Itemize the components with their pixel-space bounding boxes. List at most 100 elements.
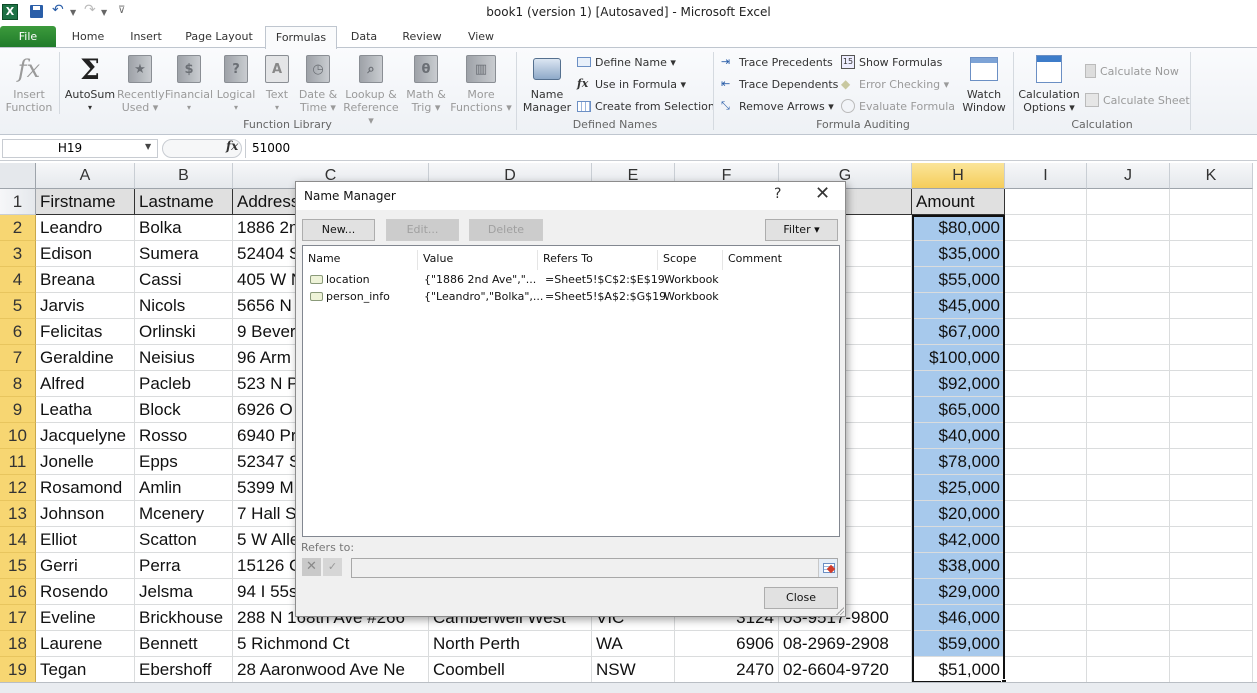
cell[interactable] [1170, 579, 1253, 605]
cell[interactable]: Ebershoff [135, 657, 233, 683]
cell[interactable] [1005, 449, 1087, 475]
watch-window-button[interactable]: Watch Window [958, 54, 1010, 114]
cell[interactable] [1170, 423, 1253, 449]
cell[interactable] [1005, 319, 1087, 345]
cell[interactable] [1170, 241, 1253, 267]
cell[interactable]: $78,000 [912, 449, 1005, 475]
cell[interactable]: Laurene [36, 631, 135, 657]
cell[interactable]: Brickhouse [135, 605, 233, 631]
cell[interactable] [1087, 475, 1170, 501]
cell[interactable]: $38,000 [912, 553, 1005, 579]
name-box-dropdown-icon[interactable]: ▼ [145, 142, 151, 151]
row-header[interactable]: 19 [0, 657, 36, 683]
cell[interactable] [1087, 371, 1170, 397]
cell[interactable]: $65,000 [912, 397, 1005, 423]
insert-function-button[interactable]: fx Insert Function [4, 54, 54, 115]
cell[interactable]: Jarvis [36, 293, 135, 319]
cell[interactable] [1005, 241, 1087, 267]
filter-button[interactable]: Filter ▾ [765, 219, 838, 241]
cell[interactable]: Breana [36, 267, 135, 293]
cell[interactable] [1170, 215, 1253, 241]
cell[interactable]: Neisius [135, 345, 233, 371]
cell[interactable]: Nicols [135, 293, 233, 319]
cell[interactable] [1170, 553, 1253, 579]
sheet-tabs-scrollbar-strip[interactable] [0, 682, 1257, 693]
cell[interactable] [1170, 605, 1253, 631]
cell[interactable]: Alfred [36, 371, 135, 397]
column-header-name[interactable]: Name [303, 250, 418, 270]
cell[interactable]: Johnson [36, 501, 135, 527]
row-header[interactable]: 12 [0, 475, 36, 501]
cell[interactable] [1087, 449, 1170, 475]
cell[interactable] [1087, 579, 1170, 605]
cell[interactable]: Rosamond [36, 475, 135, 501]
cell[interactable]: $80,000 [912, 215, 1005, 241]
header-cell[interactable] [1087, 189, 1170, 215]
row-header[interactable]: 8 [0, 371, 36, 397]
row-header[interactable]: 7 [0, 345, 36, 371]
cell[interactable] [1170, 397, 1253, 423]
cell[interactable] [1005, 267, 1087, 293]
cell[interactable] [1005, 605, 1087, 631]
insert-function-icon[interactable]: fx [226, 139, 238, 153]
cell[interactable]: Amlin [135, 475, 233, 501]
cell[interactable]: Perra [135, 553, 233, 579]
tab-formulas[interactable]: Formulas [265, 26, 337, 49]
remove-arrows-button[interactable]: ⤡ Remove Arrows ▾ [721, 97, 834, 115]
cell[interactable]: 02-6604-9720 [779, 657, 912, 683]
cell[interactable] [1005, 293, 1087, 319]
header-cell[interactable]: Firstname [36, 189, 135, 215]
cell[interactable]: Scatton [135, 527, 233, 553]
evaluate-formula-button[interactable]: Evaluate Formula [841, 97, 955, 115]
lookup-reference-button[interactable]: ⌕ Lookup & Reference ▾ [341, 54, 401, 127]
cell[interactable] [1005, 215, 1087, 241]
cell[interactable]: Elliot [36, 527, 135, 553]
row-header[interactable]: 18 [0, 631, 36, 657]
cell[interactable] [1005, 579, 1087, 605]
cell[interactable]: Orlinski [135, 319, 233, 345]
cell[interactable]: Rosendo [36, 579, 135, 605]
cell[interactable]: Jelsma [135, 579, 233, 605]
cell[interactable] [1087, 267, 1170, 293]
tab-file[interactable]: File [0, 26, 56, 48]
header-cell[interactable]: Lastname [135, 189, 233, 215]
cell[interactable]: Felicitas [36, 319, 135, 345]
cell[interactable] [1087, 293, 1170, 319]
cell[interactable]: $25,000 [912, 475, 1005, 501]
cell[interactable] [1170, 267, 1253, 293]
tab-page-layout[interactable]: Page Layout [178, 26, 260, 48]
show-formulas-button[interactable]: 15 Show Formulas [841, 53, 942, 71]
cell[interactable]: $29,000 [912, 579, 1005, 605]
column-header-scope[interactable]: Scope [658, 250, 723, 270]
more-functions-button[interactable]: ▥ More Functions ▾ [450, 54, 512, 114]
cell[interactable]: NSW [592, 657, 675, 683]
cell[interactable]: Geraldine [36, 345, 135, 371]
cell[interactable] [1005, 475, 1087, 501]
column-header-a[interactable]: A [36, 163, 135, 189]
cell[interactable]: $35,000 [912, 241, 1005, 267]
cell[interactable] [1170, 475, 1253, 501]
collapse-dialog-icon[interactable] [818, 559, 837, 577]
cell[interactable]: Leandro [36, 215, 135, 241]
cell[interactable] [1087, 527, 1170, 553]
tab-insert[interactable]: Insert [120, 26, 172, 48]
cell[interactable]: Mcenery [135, 501, 233, 527]
cell[interactable] [1170, 371, 1253, 397]
cell[interactable] [1087, 241, 1170, 267]
calculate-sheet-button[interactable]: Calculate Sheet [1085, 91, 1190, 109]
cell[interactable] [1087, 345, 1170, 371]
row-header[interactable]: 1 [0, 189, 36, 215]
cell[interactable] [1087, 319, 1170, 345]
row-header[interactable]: 13 [0, 501, 36, 527]
cell[interactable]: $67,000 [912, 319, 1005, 345]
row-header[interactable]: 4 [0, 267, 36, 293]
row-header[interactable]: 11 [0, 449, 36, 475]
formula-input[interactable]: 51000 [245, 139, 1255, 158]
cell[interactable] [1170, 293, 1253, 319]
row-header[interactable]: 14 [0, 527, 36, 553]
row-header[interactable]: 3 [0, 241, 36, 267]
error-checking-button[interactable]: ◆ Error Checking ▾ [841, 75, 949, 93]
recently-used-button[interactable]: ★ Recently Used ▾ [117, 54, 165, 114]
cell[interactable]: 28 Aaronwood Ave Ne [233, 657, 429, 683]
define-name-button[interactable]: Define Name ▾ [577, 53, 676, 71]
